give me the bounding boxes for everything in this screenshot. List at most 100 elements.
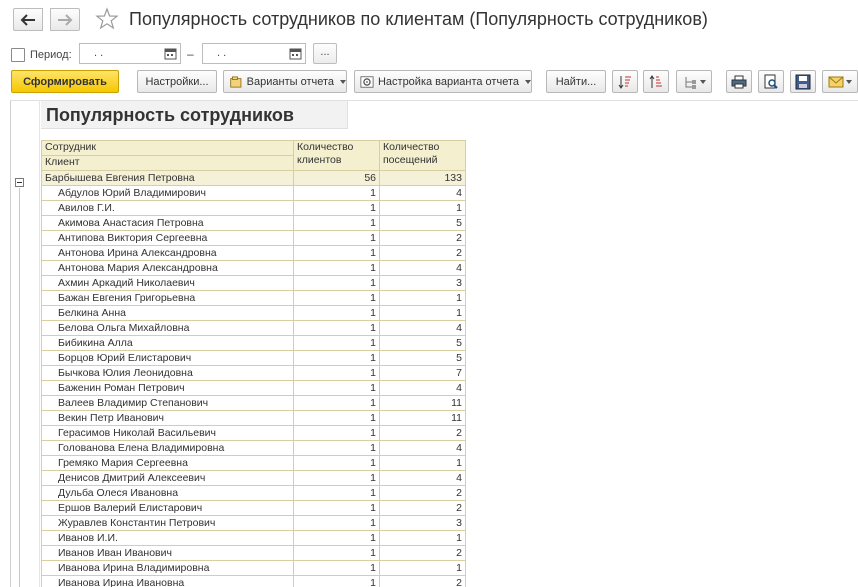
table-row[interactable]: Векин Петр Иванович 1 11	[41, 410, 466, 426]
table-row[interactable]: Антипова Виктория Сергеевна 1 2	[41, 230, 466, 246]
clients-count-cell: 1	[293, 500, 380, 516]
header-employee: Сотрудник	[41, 140, 294, 156]
clients-count-cell: 1	[293, 380, 380, 396]
table-row[interactable]: Акимова Анастасия Петровна 1 5	[41, 215, 466, 231]
find-button[interactable]: Найти...	[546, 70, 606, 93]
client-name-cell: Журавлев Константин Петрович	[41, 515, 294, 531]
settings-button[interactable]: Настройки...	[137, 70, 217, 93]
table-row[interactable]: Антонова Мария Александровна 1 4	[41, 260, 466, 276]
visits-count-cell: 2	[379, 230, 466, 246]
calendar-icon[interactable]	[164, 47, 177, 60]
client-name-cell: Иванов И.И.	[41, 530, 294, 546]
table-row[interactable]: Белкина Анна 1 1	[41, 305, 466, 321]
table-row[interactable]: Борцов Юрий Елистарович 1 5	[41, 350, 466, 366]
header-clients-count: Количество клиентов	[293, 140, 380, 171]
table-row[interactable]: Журавлев Константин Петрович 1 3	[41, 515, 466, 531]
calendar-icon[interactable]	[289, 47, 302, 60]
table-row[interactable]: Ершов Валерий Елистарович 1 2	[41, 500, 466, 516]
print-icon	[731, 75, 747, 88]
table-row[interactable]: Бажан Евгения Григорьевна 1 1	[41, 290, 466, 306]
clients-count-cell: 1	[293, 395, 380, 411]
collapse-group-toggle[interactable]	[15, 178, 24, 187]
send-mail-button[interactable]	[822, 70, 858, 93]
visits-count-cell: 4	[379, 470, 466, 486]
period-label: Период:	[30, 49, 72, 61]
report-title: Популярность сотрудников	[41, 101, 348, 129]
period-from-field[interactable]: . .	[79, 43, 181, 64]
preview-button[interactable]	[758, 70, 784, 93]
forward-arrow-icon	[58, 13, 73, 26]
sort-descending-button[interactable]	[643, 70, 669, 93]
table-row[interactable]: Иванова Ирина Ивановна 1 2	[41, 575, 466, 587]
visits-count-cell: 1	[379, 455, 466, 471]
window-title: Популярность сотрудников по клиентам (По…	[129, 9, 708, 29]
client-name-cell: Бажан Евгения Григорьевна	[41, 290, 294, 306]
visits-count-cell: 1	[379, 560, 466, 576]
mail-icon	[828, 76, 844, 87]
table-row[interactable]: Герасимов Николай Васильевич 1 2	[41, 425, 466, 441]
visits-count-cell: 4	[379, 380, 466, 396]
clients-count-cell: 1	[293, 290, 380, 306]
table-row[interactable]: Голованова Елена Владимировна 1 4	[41, 440, 466, 456]
table-row[interactable]: Авилов Г.И. 1 1	[41, 200, 466, 216]
client-name-cell: Иванов Иван Иванович	[41, 545, 294, 561]
settings-icon	[360, 75, 374, 88]
forward-button[interactable]	[50, 8, 80, 31]
group-row[interactable]: Барбышева Евгения Петровна 56 133	[41, 170, 466, 186]
client-name-cell: Абдулов Юрий Владимирович	[41, 185, 294, 201]
save-icon	[795, 74, 811, 89]
visits-count-cell: 11	[379, 395, 466, 411]
table-row[interactable]: Баженин Роман Петрович 1 4	[41, 380, 466, 396]
clients-count-cell: 1	[293, 350, 380, 366]
favorite-star-icon[interactable]	[95, 7, 119, 31]
group-visits-count: 133	[379, 170, 466, 186]
report-variants-button[interactable]: Варианты отчета	[223, 70, 347, 93]
table-row[interactable]: Иванова Ирина Владимировна 1 1	[41, 560, 466, 576]
client-name-cell: Бычкова Юлия Леонидовна	[41, 365, 294, 381]
variant-settings-button[interactable]: Настройка варианта отчета	[354, 70, 532, 93]
clients-count-cell: 1	[293, 530, 380, 546]
table-row[interactable]: Абдулов Юрий Владимирович 1 4	[41, 185, 466, 201]
back-button[interactable]	[13, 8, 43, 31]
chevron-down-icon	[525, 79, 531, 84]
table-row[interactable]: Валеев Владимир Степанович 1 11	[41, 395, 466, 411]
save-button[interactable]	[790, 70, 816, 93]
grouping-button[interactable]	[676, 70, 712, 93]
table-row[interactable]: Антонова Ирина Александровна 1 2	[41, 245, 466, 261]
visits-count-cell: 2	[379, 485, 466, 501]
table-row[interactable]: Ахмин Аркадий Николаевич 1 3	[41, 275, 466, 291]
period-select-button[interactable]: ...	[313, 43, 337, 64]
client-name-cell: Герасимов Николай Васильевич	[41, 425, 294, 441]
visits-count-cell: 4	[379, 320, 466, 336]
group-clients-count: 56	[293, 170, 380, 186]
clients-count-cell: 1	[293, 455, 380, 471]
table-row[interactable]: Бибикина Алла 1 5	[41, 335, 466, 351]
visits-count-cell: 5	[379, 350, 466, 366]
client-name-cell: Ершов Валерий Елистарович	[41, 500, 294, 516]
period-checkbox[interactable]	[11, 48, 25, 62]
table-row[interactable]: Иванов И.И. 1 1	[41, 530, 466, 546]
visits-count-cell: 1	[379, 305, 466, 321]
generate-button[interactable]: Сформировать	[11, 70, 119, 93]
chevron-down-icon	[846, 79, 852, 84]
period-to-field[interactable]: . .	[202, 43, 306, 64]
table-row[interactable]: Иванов Иван Иванович 1 2	[41, 545, 466, 561]
client-name-cell: Иванова Ирина Владимировна	[41, 560, 294, 576]
clients-count-cell: 1	[293, 185, 380, 201]
table-row[interactable]: Гремяко Мария Сергеевна 1 1	[41, 455, 466, 471]
table-row[interactable]: Денисов Дмитрий Алексеевич 1 4	[41, 470, 466, 486]
title-bar: Популярность сотрудников по клиентам (По…	[0, 0, 858, 40]
header-client: Клиент	[41, 155, 294, 171]
table-row[interactable]: Дульба Олеся Ивановна 1 2	[41, 485, 466, 501]
clients-count-cell: 1	[293, 485, 380, 501]
visits-count-cell: 2	[379, 425, 466, 441]
visits-count-cell: 1	[379, 530, 466, 546]
sort-ascending-button[interactable]	[612, 70, 638, 93]
clients-count-cell: 1	[293, 515, 380, 531]
table-header-row: Сотрудник Количество клиентов Количество…	[41, 140, 466, 171]
table-row[interactable]: Белова Ольга Михайловна 1 4	[41, 320, 466, 336]
print-button[interactable]	[726, 70, 752, 93]
visits-count-cell: 2	[379, 245, 466, 261]
clients-count-cell: 1	[293, 470, 380, 486]
table-row[interactable]: Бычкова Юлия Леонидовна 1 7	[41, 365, 466, 381]
